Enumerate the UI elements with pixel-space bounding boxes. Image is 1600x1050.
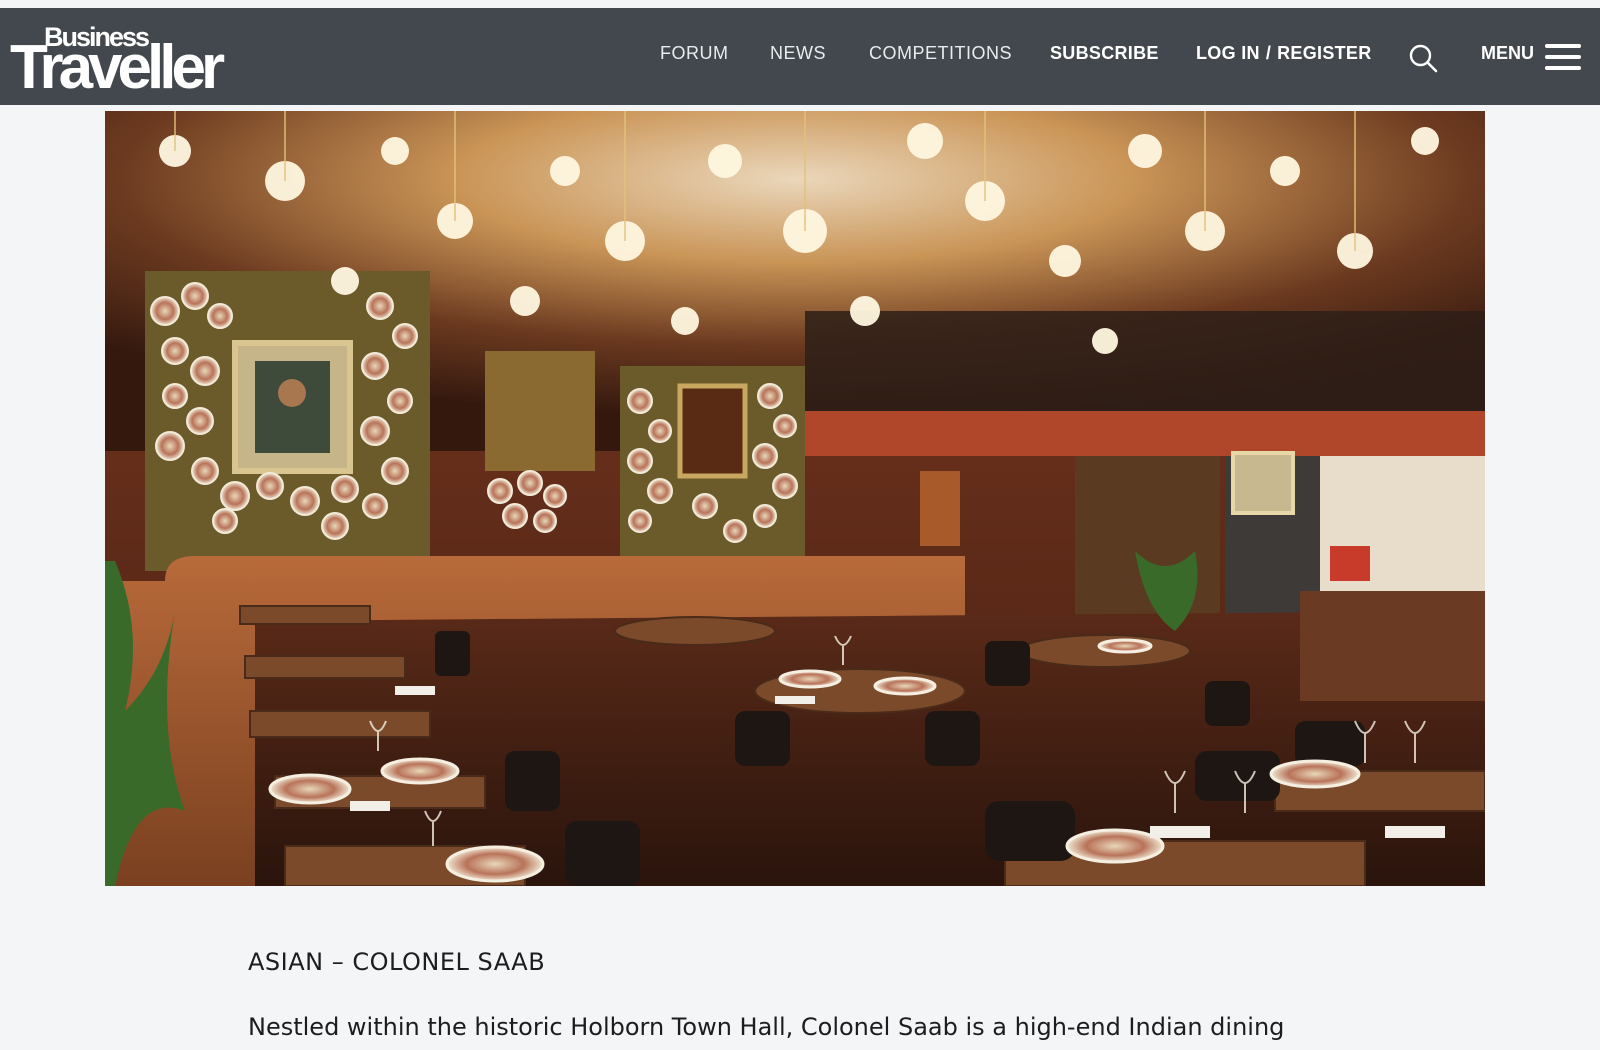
nav-register[interactable]: REGISTER — [1277, 43, 1371, 63]
hero-image-restaurant-interior — [105, 111, 1485, 886]
business-traveller-logo[interactable]: Business Traveller — [10, 22, 225, 102]
article-lede: Nestled within the historic Holborn Town… — [248, 1013, 1285, 1041]
hamburger-icon[interactable] — [1545, 44, 1581, 70]
top-strip — [0, 0, 1600, 8]
nav-subscribe[interactable]: SUBSCRIBE — [1050, 43, 1159, 64]
search-icon[interactable] — [1408, 43, 1438, 73]
article-kicker: ASIAN – COLONEL SAAB — [248, 948, 546, 976]
nav-news[interactable]: NEWS — [770, 43, 826, 64]
nav-competitions[interactable]: COMPETITIONS — [869, 43, 1012, 64]
site-header: Business Traveller FORUM NEWS COMPETITIO… — [0, 8, 1600, 105]
nav-login-register: LOG IN / REGISTER — [1196, 43, 1372, 64]
restaurant-photo — [105, 111, 1485, 886]
menu-label[interactable]: MENU — [1481, 43, 1534, 64]
nav-separator: / — [1265, 43, 1272, 63]
nav-forum[interactable]: FORUM — [660, 43, 729, 64]
logo-traveller: Traveller — [10, 33, 225, 102]
nav-login[interactable]: LOG IN — [1196, 43, 1260, 63]
